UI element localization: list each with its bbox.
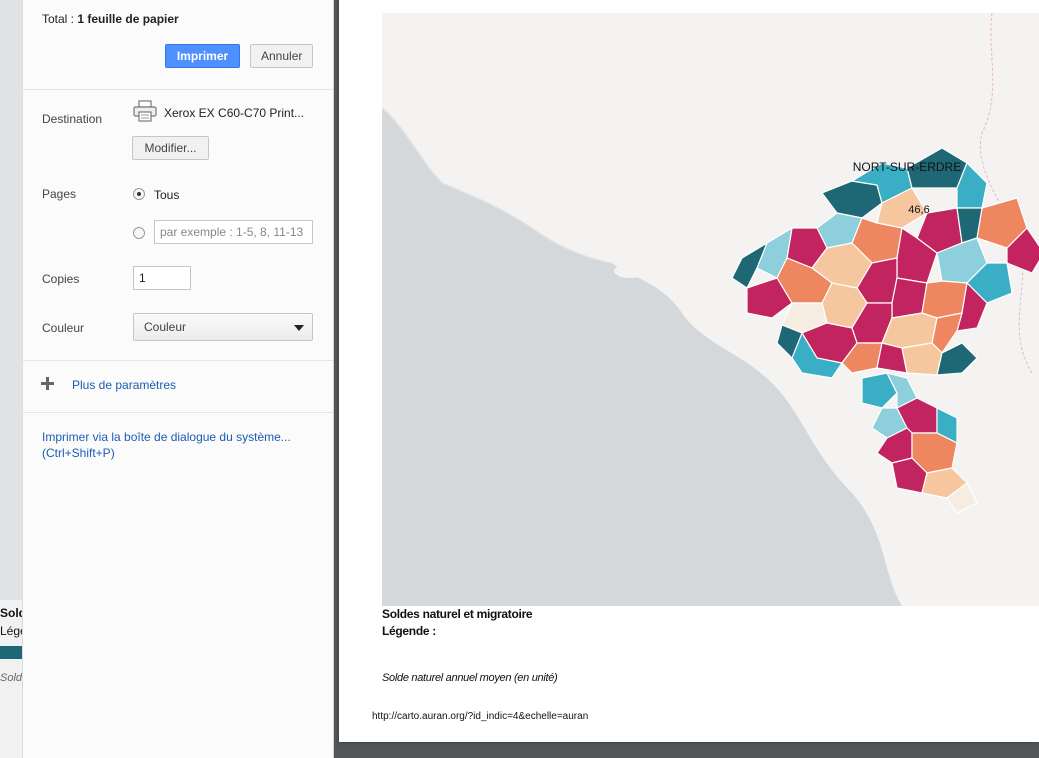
pages-label: Pages bbox=[42, 187, 77, 201]
caption-legend: Légende : bbox=[382, 624, 436, 638]
divider bbox=[23, 89, 333, 90]
chevron-down-icon bbox=[294, 325, 304, 331]
plus-icon[interactable] bbox=[41, 377, 54, 390]
system-dialog-link[interactable]: Imprimer via la boîte de dialogue du sys… bbox=[42, 430, 291, 444]
copies-label: Copies bbox=[42, 272, 80, 286]
background-legend-bar bbox=[0, 646, 22, 659]
pages-range-radio[interactable] bbox=[133, 227, 145, 239]
caption-title: Soldes naturel et migratoire bbox=[382, 607, 533, 621]
cancel-button[interactable]: Annuler bbox=[250, 44, 313, 68]
map-place-label: NORT-SUR-ERDRE bbox=[853, 160, 961, 174]
system-dialog-shortcut[interactable]: (Ctrl+Shift+P) bbox=[42, 446, 115, 460]
print-preview-page: NORT-SUR-ERDRE 46,6 Soldes naturel et mi… bbox=[339, 0, 1039, 742]
print-button[interactable]: Imprimer bbox=[165, 44, 240, 68]
color-label: Couleur bbox=[42, 321, 85, 335]
print-settings-panel: Total : 1 feuille de papier Imprimer Ann… bbox=[22, 0, 334, 758]
color-select-value: Couleur bbox=[144, 320, 187, 334]
more-settings-link[interactable]: Plus de paramètres bbox=[72, 378, 176, 392]
map-value-label: 46,6 bbox=[908, 204, 929, 216]
island-1 bbox=[614, 264, 646, 278]
background-text-indicator: Solde bbox=[0, 672, 22, 684]
modify-destination-button[interactable]: Modifier... bbox=[132, 136, 209, 160]
divider bbox=[23, 412, 333, 413]
map-svg: NORT-SUR-ERDRE 46,6 bbox=[382, 13, 1039, 606]
total-prefix: Total : bbox=[42, 12, 78, 26]
background-text-title: Solde bbox=[0, 606, 22, 620]
page-url: http://carto.auran.org/?id_indic=4&echel… bbox=[372, 711, 589, 722]
color-select[interactable]: Couleur bbox=[133, 313, 313, 341]
map-image: NORT-SUR-ERDRE 46,6 bbox=[382, 13, 1039, 606]
background-text-legend: Légen bbox=[0, 624, 22, 638]
destination-label: Destination bbox=[42, 112, 103, 126]
printer-name[interactable]: Xerox EX C60-C70 Print... bbox=[164, 106, 304, 120]
background-page-sliver: Solde Légen Solde bbox=[0, 0, 22, 758]
copies-input[interactable] bbox=[133, 266, 191, 290]
printer-icon bbox=[133, 100, 157, 122]
pages-all-label[interactable]: Tous bbox=[154, 188, 179, 202]
pages-range-input[interactable] bbox=[154, 220, 313, 244]
total-sheets: Total : 1 feuille de papier bbox=[42, 12, 179, 26]
background-map-edge bbox=[0, 0, 22, 600]
total-value: 1 feuille de papier bbox=[77, 12, 179, 26]
caption-indicator: Solde naturel annuel moyen (en unité) bbox=[382, 672, 558, 684]
pages-all-radio[interactable] bbox=[133, 188, 145, 200]
divider bbox=[23, 360, 333, 361]
